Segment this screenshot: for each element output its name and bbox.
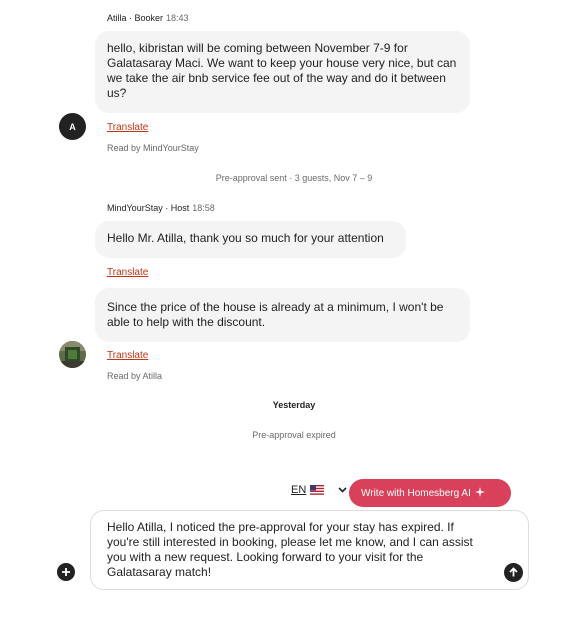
guest-avatar-letter: A bbox=[69, 121, 76, 132]
host-message-meta: MindYourStay · Host 18:58 bbox=[107, 203, 215, 213]
sparkle-icon bbox=[474, 486, 486, 501]
guest-message-time: 18:43 bbox=[166, 13, 189, 23]
guest-message-bubble: hello, kibristan will be coming between … bbox=[95, 31, 470, 113]
guest-avatar[interactable]: A bbox=[59, 113, 86, 140]
arrow-up-icon bbox=[509, 567, 518, 577]
message-composer: Hello Atilla, I noticed the pre-approval… bbox=[90, 510, 529, 590]
host-avatar[interactable] bbox=[59, 341, 86, 368]
message-input[interactable]: Hello Atilla, I noticed the pre-approval… bbox=[107, 520, 489, 580]
guest-sender: Atilla · Booker bbox=[107, 13, 164, 23]
guest-message-meta: Atilla · Booker 18:43 bbox=[107, 13, 189, 23]
send-button[interactable] bbox=[504, 563, 523, 582]
host-message-bubble-2: Since the price of the house is already … bbox=[95, 288, 470, 342]
preapproval-sent-note: Pre-approval sent · 3 guests, Nov 7 – 9 bbox=[215, 173, 373, 183]
host-message-text-2: Since the price of the house is already … bbox=[107, 300, 444, 329]
host-avatar-image bbox=[59, 341, 86, 368]
preapproval-expired-note: Pre-approval expired bbox=[252, 430, 336, 440]
guest-message-text: hello, kibristan will be coming between … bbox=[107, 41, 457, 100]
host-message-time: 18:58 bbox=[192, 203, 215, 213]
language-selector[interactable]: EN bbox=[291, 484, 347, 496]
host-message-text-1: Hello Mr. Atilla, thank you so much for … bbox=[107, 231, 384, 245]
write-with-ai-label: Write with Homesberg AI bbox=[361, 487, 471, 499]
chevron-down-icon bbox=[338, 484, 347, 496]
host-message-bubble-1: Hello Mr. Atilla, thank you so much for … bbox=[95, 221, 406, 258]
language-code: EN bbox=[291, 484, 307, 496]
add-attachment-button[interactable] bbox=[57, 563, 75, 581]
translate-link-host-1[interactable]: Translate bbox=[107, 267, 148, 278]
day-divider: Yesterday bbox=[272, 400, 316, 410]
write-with-ai-button[interactable]: Write with Homesberg AI bbox=[349, 479, 511, 507]
translate-link-guest[interactable]: Translate bbox=[107, 122, 148, 133]
plus-icon bbox=[62, 568, 70, 576]
host-sender: MindYourStay · Host bbox=[107, 203, 190, 213]
guest-read-receipt: Read by MindYourStay bbox=[107, 143, 199, 153]
us-flag-icon bbox=[310, 485, 325, 495]
host-read-receipt: Read by Atilla bbox=[107, 371, 163, 381]
translate-link-host-2[interactable]: Translate bbox=[107, 350, 148, 361]
